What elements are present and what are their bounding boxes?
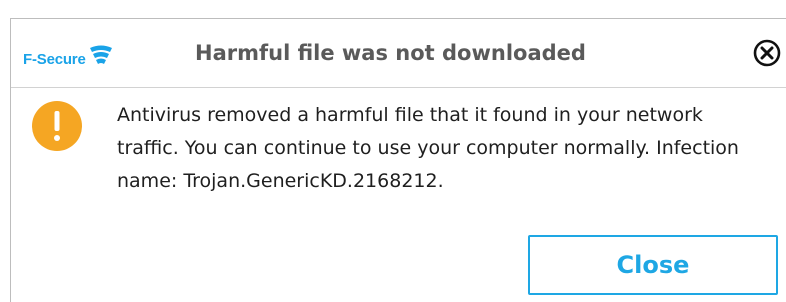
harmful-file-dialog: F-Secure Harmful file was not downloaded… — [10, 18, 786, 302]
dialog-titlebar: F-Secure Harmful file was not downloaded — [11, 19, 786, 88]
logo-text: F-Secure — [23, 51, 86, 68]
close-icon[interactable] — [752, 38, 782, 68]
f-secure-logo: F-Secure — [23, 37, 114, 69]
dialog-title: Harmful file was not downloaded — [195, 41, 586, 65]
f-secure-wave-icon — [89, 45, 112, 64]
close-button[interactable]: Close — [528, 235, 778, 295]
dialog-message: Antivirus removed a harmful file that it… — [117, 104, 739, 192]
warning-icon — [32, 101, 82, 151]
